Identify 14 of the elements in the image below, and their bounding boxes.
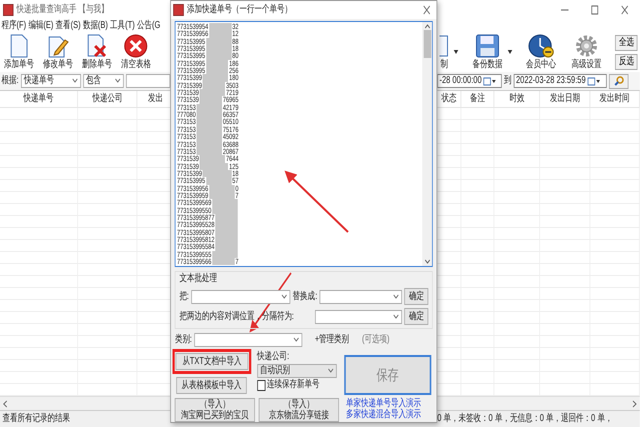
replace-with-label: 替换成: — [292, 290, 318, 302]
window-title: 快递批量查询高手 【与我】 — [16, 4, 109, 16]
swap-label: 把两边的内容对调位置，分隔符为: — [179, 310, 294, 322]
group-title: 文本批处理 — [179, 273, 218, 285]
status-counts: 0 单，未签收：0 单，无信息：0 单，退回件：0 单， — [437, 413, 612, 425]
checkbox-label: 连续保存新单号 — [266, 379, 320, 391]
filter-label: 根据: — [2, 75, 19, 87]
category-label: 类别: — [174, 334, 192, 346]
courier-label: 快递公司: — [257, 351, 290, 363]
to-label: 到 — [504, 75, 512, 87]
optional-hint: (可选项) — [362, 334, 390, 346]
replace-label: 把: — [179, 290, 189, 302]
dialog-title: 添加快递单号（一行一个单号） — [186, 4, 292, 16]
status-message: 查看所有记录的结果 — [2, 413, 70, 425]
